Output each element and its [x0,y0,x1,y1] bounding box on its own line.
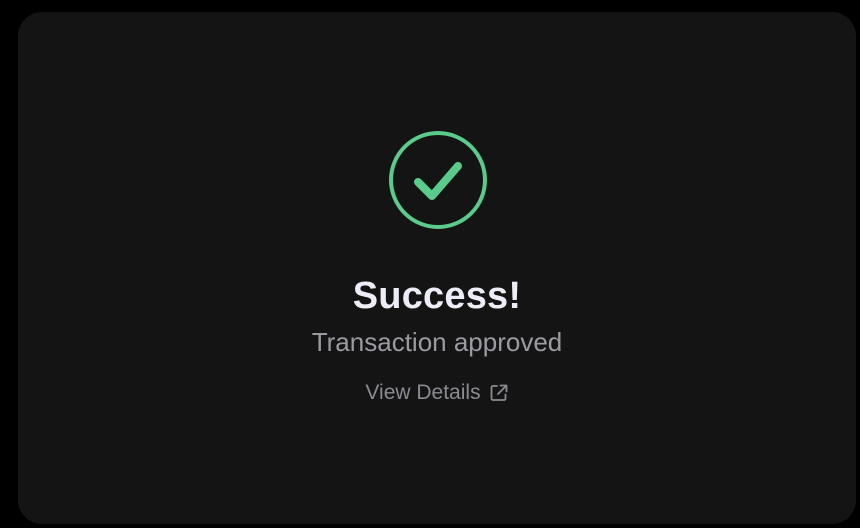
status-message: Transaction approved [311,327,563,357]
external-link-icon [489,383,509,403]
success-card: Success! Transaction approved View Detai… [18,12,856,524]
success-content: Success! Transaction approved View Detai… [18,12,856,524]
check-circle-icon [388,130,488,230]
view-details-label: View Details [365,381,481,404]
success-title: Success! [352,275,522,317]
view-details-link[interactable]: View Details [18,378,856,408]
